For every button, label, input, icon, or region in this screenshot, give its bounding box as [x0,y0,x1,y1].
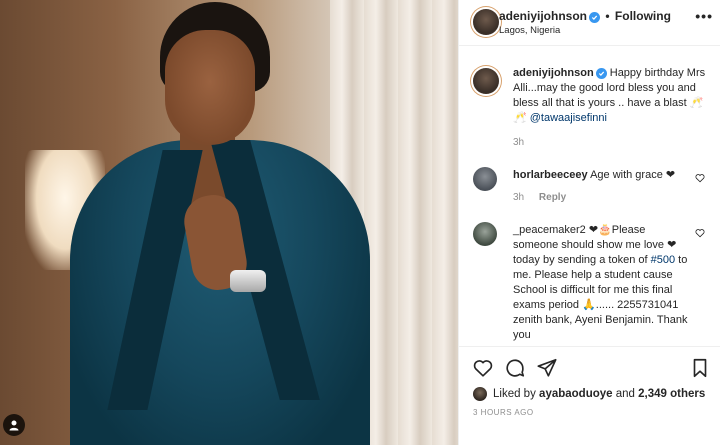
share-icon[interactable] [536,357,558,379]
likes-line: Liked by ayabaoduoye and 2,349 others [473,387,705,401]
reply-button[interactable]: Reply [539,192,566,203]
liker-username[interactable]: ayabaoduoye [539,388,613,400]
heart-icon[interactable] [472,357,494,379]
likes-count[interactable]: 2,349 others [638,388,705,400]
wristwatch [230,270,266,292]
more-options-icon[interactable]: ••• [695,8,713,24]
caption: adeniyijohnson Happy birthday Mrs Alli..… [513,66,709,126]
comment-meta: 3h Reply [513,192,566,203]
comment-avatar[interactable] [473,167,497,191]
comment-username[interactable]: _peacemaker2 [513,224,586,236]
caption-avatar[interactable] [473,68,499,94]
comment-like-heart-icon[interactable] [695,228,705,238]
comment-text: Age with grace ❤ [590,169,676,181]
likes-conj: and [615,388,635,400]
author-avatar[interactable] [473,9,499,35]
likes-prefix: Liked by [493,388,536,400]
caption-time: 3h [513,137,525,148]
author-line: adeniyijohnson • Following [499,9,671,23]
post-photo[interactable] [0,0,458,445]
separator-dot: • [605,9,610,23]
comment-icon[interactable] [504,357,526,379]
comment-peacemaker2: _peacemaker2 ❤🎂Please someone should sho… [513,223,693,343]
comments-section: adeniyijohnson Happy birthday Mrs Alli..… [459,46,720,346]
post-location[interactable]: Lagos, Nigeria [499,25,560,36]
post-header: adeniyijohnson • Following Lagos, Nigeri… [459,0,720,46]
verified-badge-icon [589,12,601,23]
caption-emoji: 🥂 [513,112,527,124]
comment-text-cont: to me. Please help a student cause Schoo… [513,254,688,341]
comment-hashtag[interactable]: #500 [651,254,675,266]
comment-avatar[interactable] [473,222,497,246]
comment-horlarbeeceey: horlarbeeceey Age with grace ❤ [513,168,693,183]
comment-time: 3h [513,192,525,203]
liker-avatar[interactable] [473,387,487,401]
following-button[interactable]: Following [615,9,671,23]
author-username[interactable]: adeniyijohnson [499,9,587,23]
verified-badge-icon [595,68,607,79]
caption-mention[interactable]: @tawaajisefinni [530,112,607,124]
caption-username[interactable]: adeniyijohnson [513,67,594,79]
post-panel: adeniyijohnson • Following Lagos, Nigeri… [458,0,720,445]
post-actions: Liked by ayabaoduoye and 2,349 others 3 … [459,346,720,445]
comment-like-heart-icon[interactable] [695,173,705,183]
post-timestamp[interactable]: 3 HOURS AGO [473,408,534,417]
bookmark-icon[interactable] [689,357,711,379]
comment-username[interactable]: horlarbeeceey [513,169,588,181]
tagged-user-icon[interactable] [3,414,25,436]
face [165,30,255,145]
